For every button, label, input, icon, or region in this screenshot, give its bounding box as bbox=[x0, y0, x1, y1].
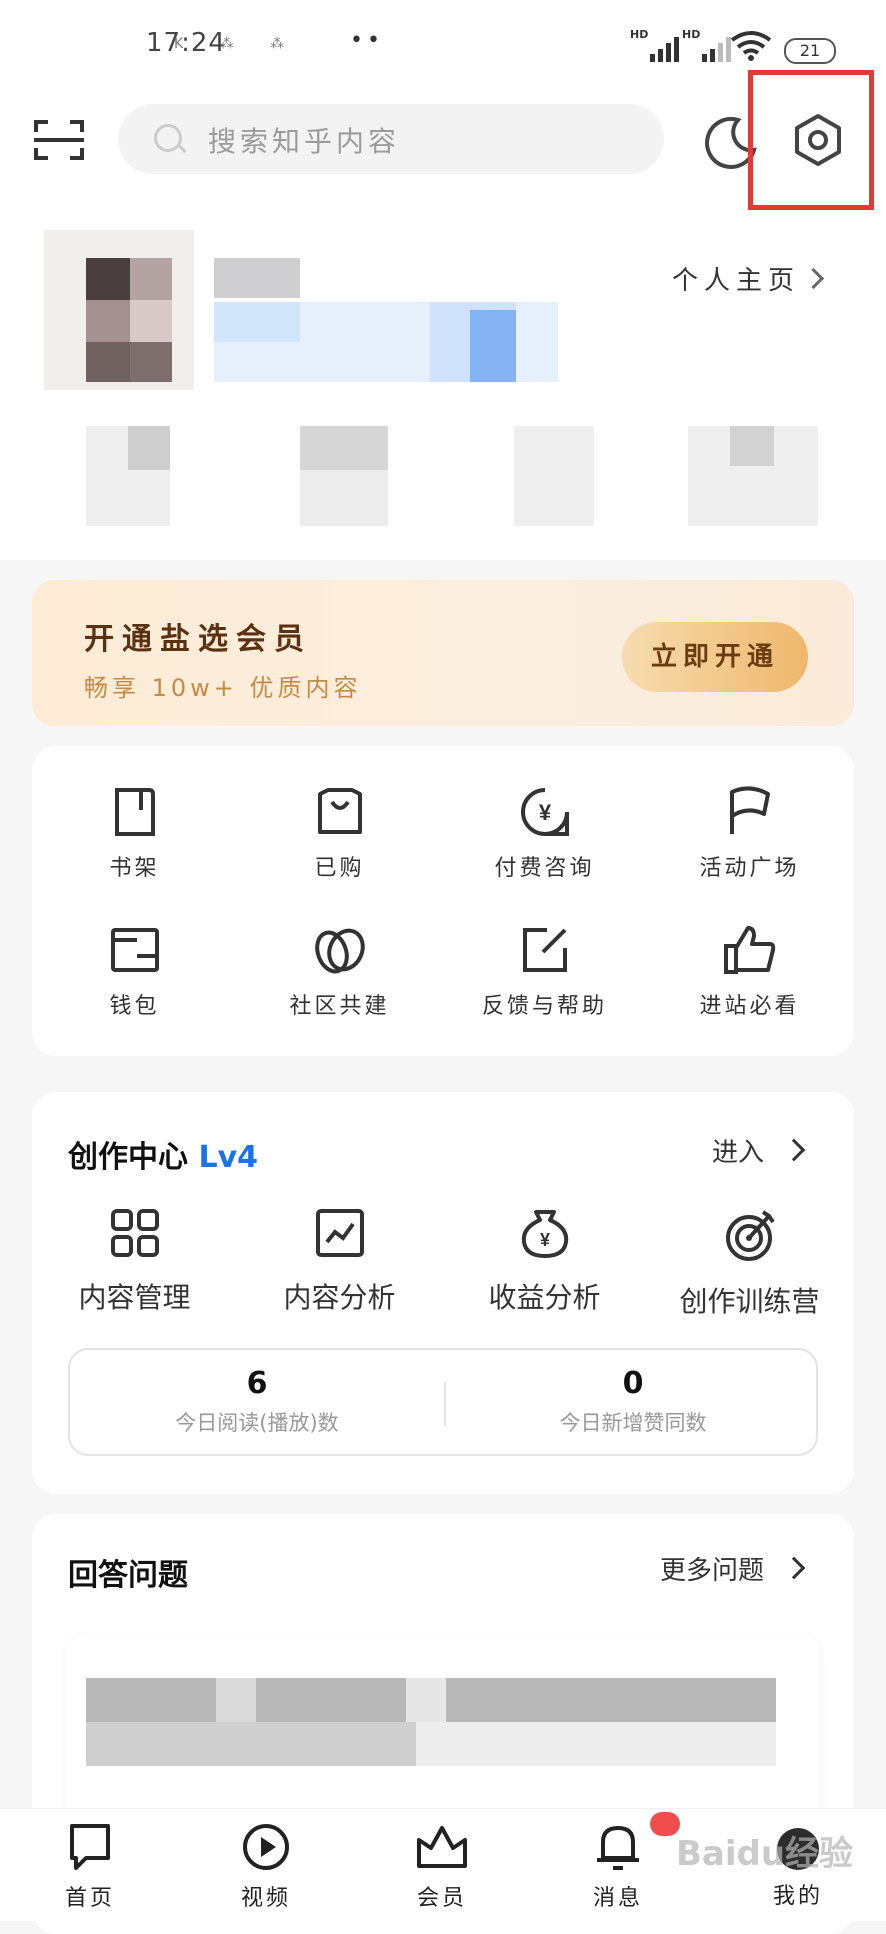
thumbs-up-icon bbox=[723, 926, 775, 974]
nav-label: 视频 bbox=[240, 1886, 291, 1911]
stat-reads: 6 今日阅读(播放)数 bbox=[70, 1366, 444, 1437]
money-bag-icon: ¥ bbox=[521, 1210, 568, 1258]
creator-level: Lv4 bbox=[198, 1140, 258, 1175]
grid-item-wallet[interactable]: 钱包 bbox=[32, 924, 237, 1020]
nav-membership[interactable]: 会员 bbox=[382, 1822, 502, 1912]
creation-item-content-analysis[interactable]: 内容分析 bbox=[237, 1208, 442, 1316]
grid-item-paid-consult[interactable]: ¥ 付费咨询 bbox=[442, 786, 647, 882]
stat-caption: 今日阅读(播放)数 bbox=[175, 1411, 339, 1435]
flag-icon bbox=[729, 786, 770, 834]
chevron-right-icon bbox=[782, 1138, 806, 1162]
grid-item-label: 书架 bbox=[109, 856, 160, 881]
more-questions-label: 更多问题 bbox=[660, 1556, 765, 1586]
creation-center-title: 创作中心 Lv4 bbox=[68, 1132, 258, 1176]
grid-item-label: 已购 bbox=[314, 856, 365, 881]
vip-title: 开通盐选会员 bbox=[84, 622, 312, 657]
grid-item-community[interactable]: 社区共建 bbox=[237, 924, 442, 1020]
search-placeholder: 搜索知乎内容 bbox=[208, 125, 401, 158]
community-icon bbox=[314, 928, 365, 974]
personal-homepage-label: 个人主页 bbox=[672, 266, 801, 296]
quick-access-card: 书架 已购 ¥ 付费咨询 活动广场 钱包 社区共建 反馈与帮助 进站必看 bbox=[32, 746, 854, 1056]
grid-item-bookshelf[interactable]: 书架 bbox=[32, 786, 237, 882]
settings-highlight-box bbox=[748, 70, 874, 210]
more-questions-link[interactable]: 更多问题 bbox=[660, 1550, 806, 1587]
grid-icon bbox=[110, 1209, 159, 1257]
vip-open-button[interactable]: 立即开通 bbox=[622, 622, 808, 692]
vip-subtitle: 畅享 10w+ 优质内容 bbox=[84, 674, 362, 702]
stat-value: 0 bbox=[622, 1366, 644, 1401]
signal-1-label: HD bbox=[630, 28, 649, 41]
chevron-right-icon bbox=[802, 267, 825, 290]
chart-icon bbox=[315, 1209, 364, 1257]
search-icon bbox=[154, 124, 182, 152]
grid-item-label: 反馈与帮助 bbox=[481, 994, 607, 1019]
feedback-icon bbox=[522, 928, 567, 972]
status-dots: •• bbox=[350, 28, 384, 53]
status-indicators: K ⁂ ⁂ bbox=[174, 36, 301, 52]
grid-item-feedback[interactable]: 反馈与帮助 bbox=[442, 924, 647, 1020]
wallet-icon bbox=[110, 928, 159, 972]
crown-icon bbox=[417, 1826, 467, 1868]
answer-questions-title: 回答问题 bbox=[68, 1558, 188, 1593]
home-icon bbox=[70, 1824, 110, 1870]
nav-label: 会员 bbox=[416, 1886, 467, 1911]
chevron-right-icon bbox=[782, 1556, 806, 1580]
shopping-bag-icon bbox=[317, 788, 362, 834]
target-icon bbox=[725, 1210, 775, 1261]
battery-indicator: 21 bbox=[784, 38, 836, 64]
enter-label: 进入 bbox=[712, 1138, 765, 1168]
nav-label: 我的 bbox=[772, 1884, 823, 1909]
scan-icon[interactable] bbox=[34, 118, 84, 162]
grid-item-purchased[interactable]: 已购 bbox=[237, 786, 442, 882]
creation-enter-link[interactable]: 进入 bbox=[712, 1132, 806, 1169]
creation-item-label: 内容管理 bbox=[78, 1281, 191, 1314]
svg-text:¥: ¥ bbox=[539, 1230, 549, 1250]
grid-item-label: 钱包 bbox=[109, 994, 160, 1019]
svg-text:¥: ¥ bbox=[538, 800, 551, 825]
nav-label: 首页 bbox=[64, 1886, 115, 1911]
personal-homepage-link[interactable]: 个人主页 bbox=[672, 260, 825, 297]
nav-home[interactable]: 首页 bbox=[30, 1822, 150, 1912]
nav-video[interactable]: 视频 bbox=[206, 1822, 326, 1912]
creation-item-label: 内容分析 bbox=[283, 1281, 396, 1314]
creation-item-training-camp[interactable]: 创作训练营 bbox=[647, 1208, 852, 1320]
bell-icon bbox=[597, 1825, 639, 1870]
today-stats-panel[interactable]: 6 今日阅读(播放)数 0 今日新增赞同数 bbox=[68, 1348, 818, 1456]
stat-caption: 今日新增赞同数 bbox=[559, 1411, 707, 1435]
grid-item-label: 进站必看 bbox=[699, 994, 800, 1019]
search-bar[interactable]: 搜索知乎内容 bbox=[118, 104, 664, 174]
video-icon bbox=[243, 1824, 289, 1870]
grid-item-label: 活动广场 bbox=[699, 856, 800, 881]
grid-item-label: 付费咨询 bbox=[494, 856, 595, 881]
creation-item-earnings-analysis[interactable]: ¥ 收益分析 bbox=[442, 1208, 647, 1316]
nav-label: 消息 bbox=[592, 1886, 643, 1911]
wifi-icon bbox=[730, 31, 772, 61]
stat-upvotes: 0 今日新增赞同数 bbox=[446, 1366, 820, 1437]
grid-item-events[interactable]: 活动广场 bbox=[647, 786, 852, 882]
watermark: Baidu经验 bbox=[676, 1834, 854, 1874]
grid-item-must-read[interactable]: 进站必看 bbox=[647, 924, 852, 1020]
bookshelf-icon bbox=[114, 788, 155, 836]
paid-consult-icon: ¥ bbox=[520, 788, 569, 836]
creation-item-content-management[interactable]: 内容管理 bbox=[32, 1208, 237, 1316]
grid-item-label: 社区共建 bbox=[289, 994, 390, 1019]
creation-center-label: 创作中心 bbox=[68, 1140, 188, 1175]
creation-item-label: 收益分析 bbox=[488, 1281, 601, 1314]
creation-item-label: 创作训练营 bbox=[679, 1285, 820, 1318]
signal-2-label: HD bbox=[682, 28, 701, 41]
stat-value: 6 bbox=[246, 1366, 268, 1401]
